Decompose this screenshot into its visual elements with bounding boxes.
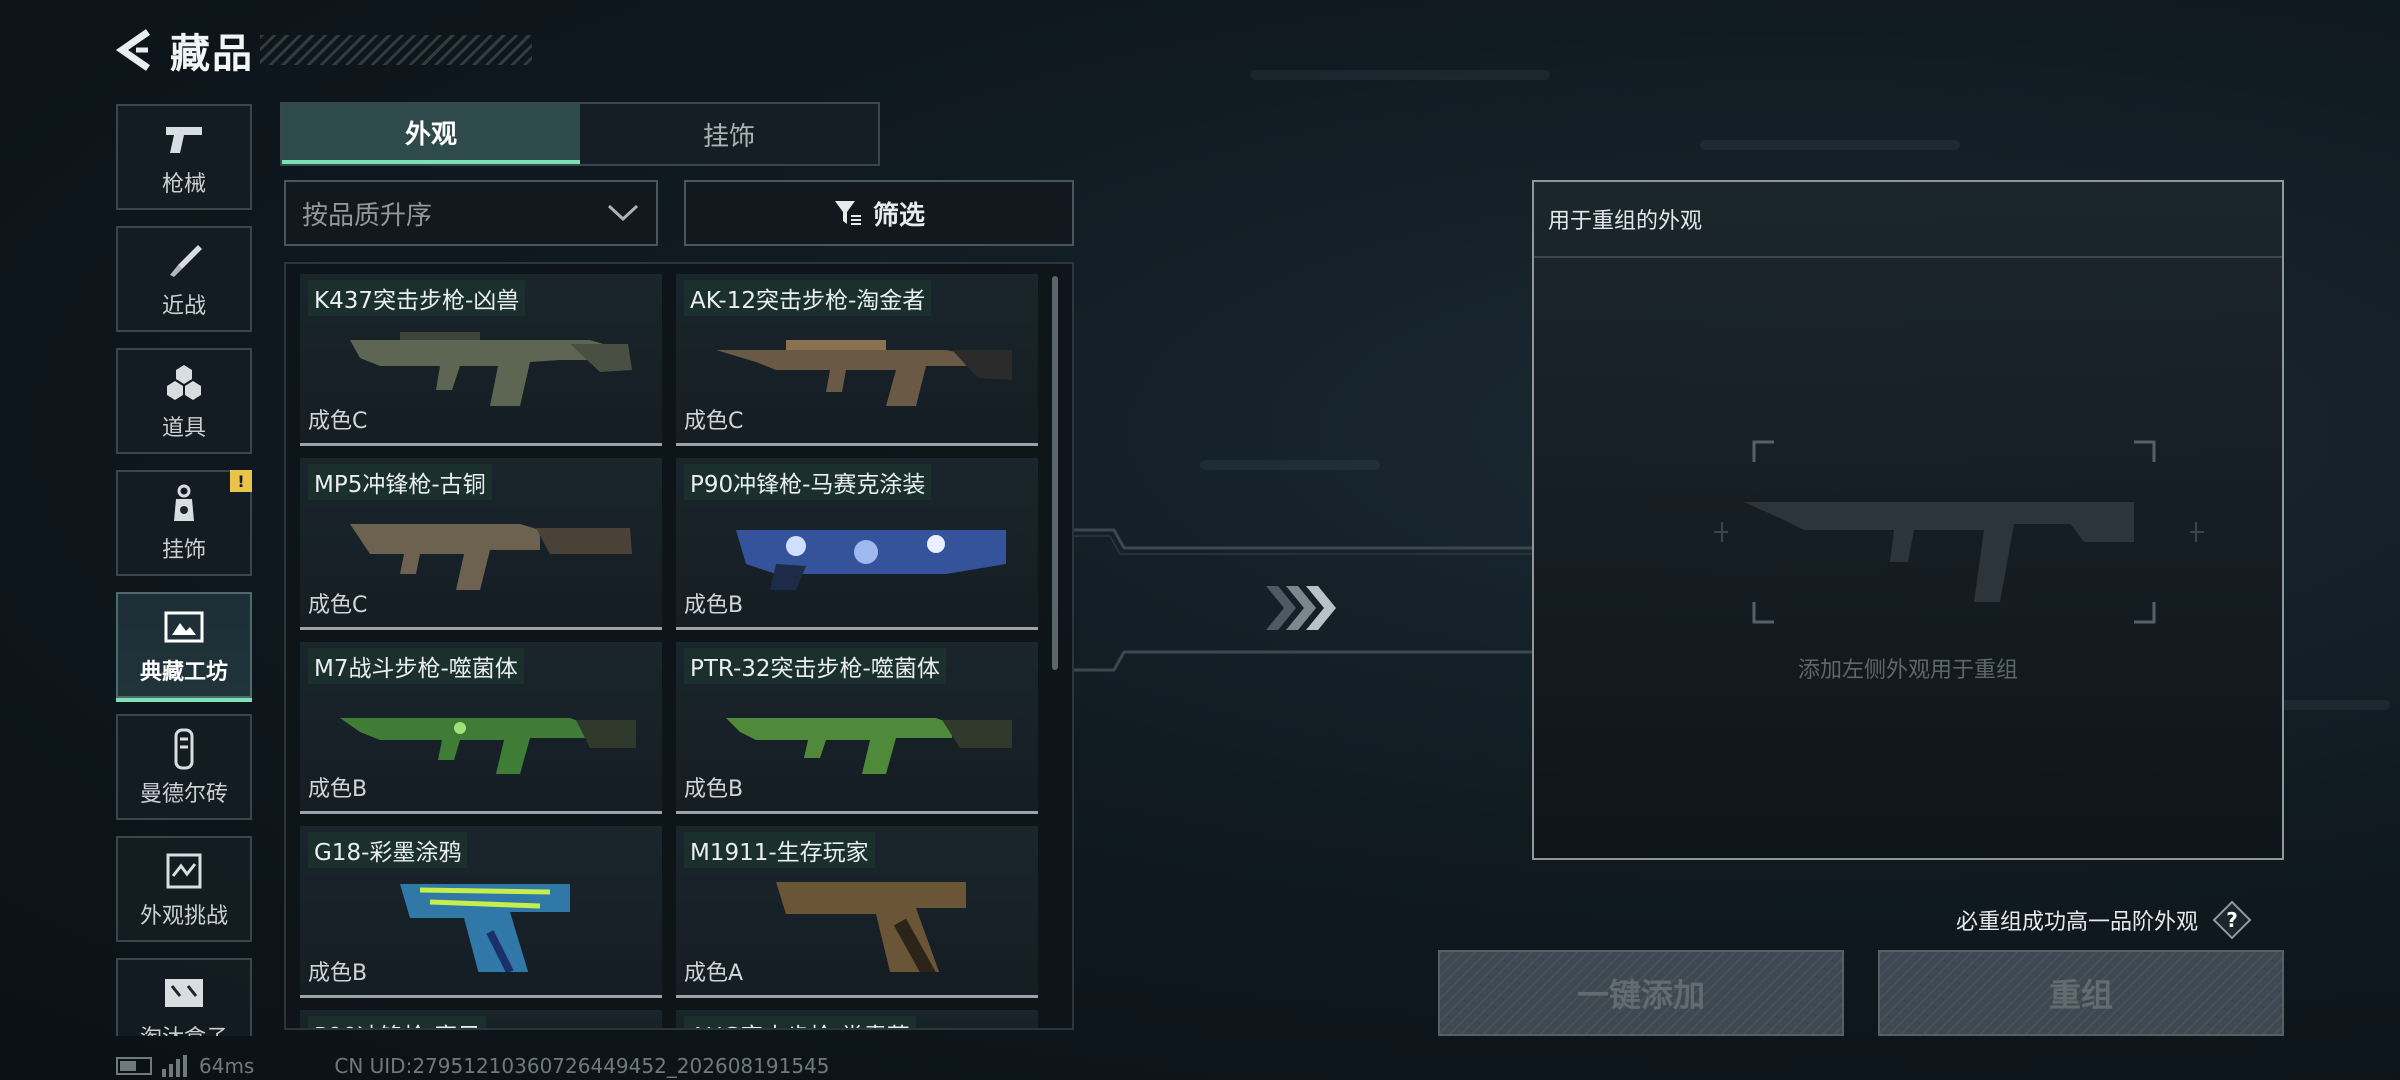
sidebar-item-workshop[interactable]: 典藏工坊 [116, 592, 252, 702]
tab-appearance[interactable]: 外观 [282, 104, 580, 164]
sidebar-item-label: 道具 [161, 416, 206, 441]
recombine-button[interactable]: 重组 [1878, 950, 2284, 1036]
sidebar-item-label: 外观挑战 [139, 904, 228, 929]
sort-label: 按品质升序 [302, 200, 433, 231]
background-streak [1250, 70, 1550, 80]
page-header: 藏品 [110, 22, 532, 78]
user-uid: CN UID:2795121036072644945​2_20260819154… [334, 1054, 830, 1078]
skin-name: MP5冲锋枪-古铜 [308, 464, 492, 500]
signal-icon [162, 1055, 187, 1077]
skin-grade: 成色B [308, 777, 368, 802]
sidebar-item-mandel-brick[interactable]: 曼德尔砖 [116, 714, 252, 820]
background-streak [2280, 700, 2390, 710]
rifle-image [716, 678, 1016, 792]
sidebar-item-label: 典藏工坊 [139, 660, 228, 685]
skin-grid: K437突击步枪-凶兽 成色C AK-12突击步枪-淘金者 成色C MP5冲锋枪… [284, 262, 1074, 1030]
status-bar: 64ms CN UID:2795121036072644945​2_202608… [116, 1054, 830, 1078]
skin-grade: 成色C [308, 593, 368, 618]
one-click-add-button[interactable]: 一键添加 [1438, 950, 1844, 1036]
skin-grade: 成色C [684, 409, 744, 434]
rifle-image [716, 310, 1016, 424]
skin-grade: 成色A [684, 961, 744, 986]
smg-image [340, 494, 640, 608]
skin-name: G18-彩墨涂鸦 [308, 832, 468, 868]
background-streak [1200, 460, 1380, 470]
skin-card[interactable]: AUG突击步枪-常青藤 [676, 1010, 1038, 1028]
sidebar-item-guns[interactable]: 枪械 [116, 104, 252, 210]
skin-grade: 成色B [308, 961, 368, 986]
panel-title: 用于重组的外观 [1534, 182, 2282, 258]
sort-dropdown[interactable]: 按品质升序 [284, 180, 658, 246]
skin-card[interactable]: M7战斗步枪-噬菌体 成色B [300, 642, 662, 814]
skin-name: K437突击步枪-凶兽 [308, 280, 526, 316]
skin-grade: 成色B [684, 777, 744, 802]
alert-badge: ! [230, 470, 252, 492]
sidebar-item-label: 淘汰盒子 [140, 1020, 228, 1036]
challenge-icon [165, 848, 203, 894]
sidebar-item-label: 曼德尔砖 [139, 782, 228, 807]
battery-icon [116, 1057, 152, 1075]
filter-label: 筛选 [872, 200, 925, 231]
back-arrow-icon[interactable] [110, 26, 158, 74]
skin-name: M1911-生存玩家 [684, 832, 875, 868]
skin-card[interactable]: P90冲锋枪-寄兄 [300, 1010, 662, 1028]
skin-card[interactable]: K437突击步枪-凶兽 成色C [300, 274, 662, 446]
rifle-image [340, 678, 640, 792]
filter-button[interactable]: 筛选 [684, 180, 1074, 246]
grenade-icon [164, 360, 204, 406]
sidebar-item-label: 枪械 [161, 172, 206, 197]
category-sidebar: 枪械 近战 道具 ! 挂饰 典藏工坊 曼德尔砖 外观挑战 [116, 104, 252, 1036]
sidebar-item-charms[interactable]: ! 挂饰 [116, 470, 252, 576]
pistol-icon [162, 116, 206, 162]
filter-icon [834, 201, 861, 225]
triple-chevron-icon [1264, 584, 1338, 636]
sidebar-item-elimination-box[interactable]: 淘汰盒子 [116, 958, 252, 1036]
pistol-image [340, 862, 640, 978]
skin-grade: 成色B [684, 593, 744, 618]
smg-image [716, 494, 1016, 608]
sidebar-item-melee[interactable]: 近战 [116, 226, 252, 332]
panel-empty-hint: 添加左侧外观用于重组 [1797, 658, 2018, 683]
skin-type-tabs: 外观 挂饰 [280, 102, 880, 166]
skin-name: AK-12突击步枪-淘金者 [684, 280, 932, 316]
skin-name: P90冲锋枪-寄兄 [308, 1016, 487, 1028]
skin-card[interactable]: M1911-生存玩家 成色A [676, 826, 1038, 998]
skin-name: M7战斗步枪-噬菌体 [308, 648, 524, 684]
workshop-icon [163, 604, 205, 650]
knife-icon [164, 238, 204, 284]
sidebar-item-label: 挂饰 [161, 538, 206, 563]
background-streak [1700, 140, 1960, 150]
skin-name: PTR-32突击步枪-噬菌体 [684, 648, 946, 684]
skin-name: P90冲锋枪-马赛克涂装 [684, 464, 932, 500]
skin-card[interactable]: AK-12突击步枪-淘金者 成色C [676, 274, 1038, 446]
skin-name: AUG突击步枪-常青藤 [684, 1016, 916, 1028]
skin-card[interactable]: G18-彩墨涂鸦 成色B [300, 826, 662, 998]
help-icon[interactable]: ? [2212, 900, 2252, 940]
ping-value: 64ms [199, 1054, 255, 1078]
grid-scrollbar[interactable] [1052, 276, 1058, 670]
guarantee-note: 必重组成功高一品阶外观 ? [1956, 900, 2252, 940]
charm-icon [166, 482, 202, 528]
skin-card[interactable]: PTR-32突击步枪-噬菌体 成色B [676, 642, 1038, 814]
svg-text:?: ? [2226, 908, 2238, 932]
guarantee-text: 必重组成功高一品阶外观 [1955, 910, 2198, 935]
skin-card[interactable]: P90冲锋枪-马赛克涂装 成色B [676, 458, 1038, 630]
chevron-down-icon [607, 204, 639, 222]
pistol-image [716, 862, 1016, 980]
sidebar-item-items[interactable]: 道具 [116, 348, 252, 454]
tab-charms[interactable]: 挂饰 [580, 104, 878, 164]
title-decoration [260, 35, 532, 65]
sidebar-item-label: 近战 [161, 294, 206, 319]
sidebar-item-appearance-challenge[interactable]: 外观挑战 [116, 836, 252, 942]
rifle-image [340, 310, 640, 424]
page-title: 藏品 [170, 31, 254, 77]
rifle-placeholder-icon [1714, 432, 2204, 636]
brick-icon [169, 726, 199, 772]
skin-grade: 成色C [308, 409, 368, 434]
box-icon [162, 970, 206, 1016]
skin-card[interactable]: MP5冲锋枪-古铜 成色C [300, 458, 662, 630]
recombine-panel: 用于重组的外观 添加左侧外观用于重组 [1532, 180, 2284, 860]
